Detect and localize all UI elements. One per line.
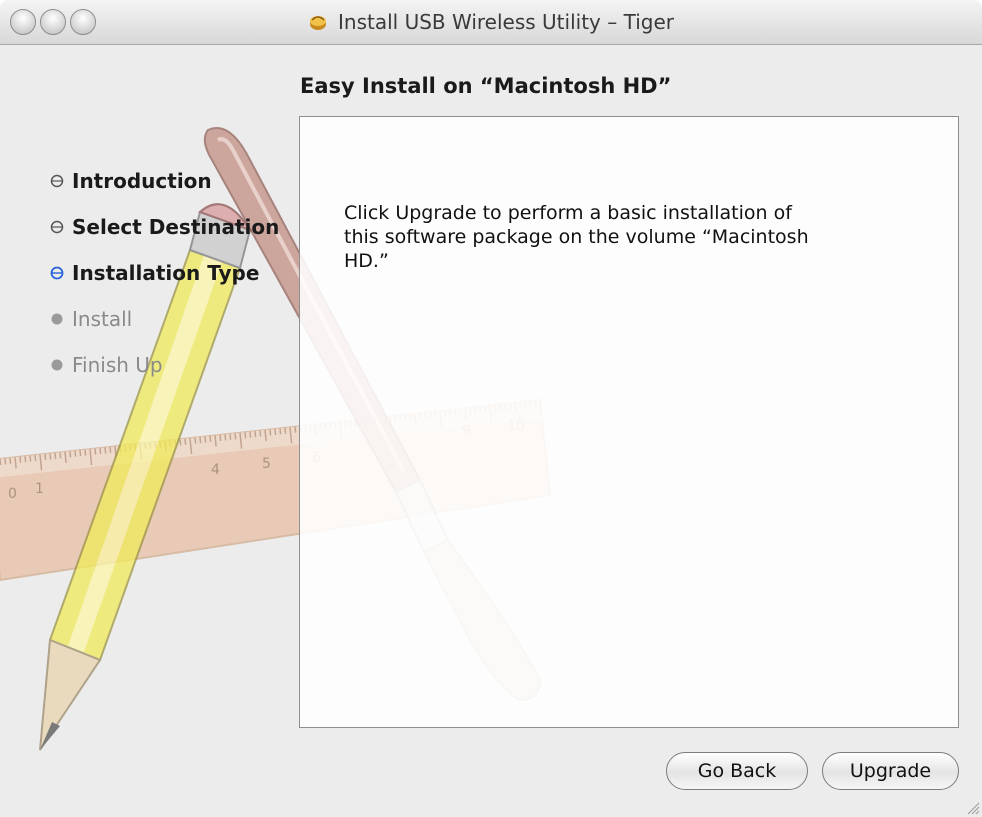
ruler-number: 0 bbox=[8, 486, 17, 502]
ruler-tick bbox=[274, 428, 277, 435]
content-panel: Click Upgrade to perform a basic install… bbox=[299, 116, 959, 728]
page-heading: Easy Install on “Macintosh HD” bbox=[300, 74, 672, 98]
ruler-tick bbox=[199, 437, 202, 444]
ruler-tick bbox=[24, 456, 27, 463]
ruler-tick bbox=[194, 437, 197, 444]
ruler-tick bbox=[94, 448, 97, 455]
step-label: Installation Type bbox=[72, 261, 260, 285]
ruler-tick bbox=[209, 435, 212, 443]
ruler-tick bbox=[184, 438, 187, 445]
ruler-tick bbox=[4, 458, 7, 465]
description-line-1: Click Upgrade to perform a basic install… bbox=[344, 202, 792, 224]
go-back-button[interactable]: Go Back bbox=[666, 752, 808, 790]
step-label: Introduction bbox=[72, 169, 212, 193]
ruler-tick bbox=[99, 447, 102, 455]
ruler-tick bbox=[259, 430, 262, 437]
step-finish-up: Finish Up bbox=[50, 342, 279, 388]
step-label: Install bbox=[72, 307, 133, 331]
step-label: Finish Up bbox=[72, 353, 163, 377]
ruler-tick bbox=[254, 431, 257, 438]
gray-circle-bullet-icon bbox=[50, 220, 64, 234]
step-installation-type: Installation Type bbox=[50, 250, 279, 296]
ruler-tick bbox=[224, 434, 227, 441]
window-title-group: Install USB Wireless Utility – Tiger bbox=[0, 0, 982, 44]
resize-grip-icon[interactable] bbox=[966, 801, 980, 815]
ruler-tick bbox=[69, 451, 72, 458]
ruler-tick bbox=[294, 426, 297, 433]
ruler-tick bbox=[29, 455, 32, 462]
ruler-tick bbox=[59, 452, 62, 459]
ruler-number: 5 bbox=[262, 456, 271, 472]
installer-package-icon bbox=[310, 16, 327, 30]
step-introduction: Introduction bbox=[50, 158, 279, 204]
ruler-tick bbox=[34, 455, 37, 462]
ruler-tick bbox=[204, 436, 207, 443]
ruler-tick bbox=[179, 439, 182, 446]
ruler-tick bbox=[84, 449, 87, 456]
ruler-tick bbox=[79, 450, 82, 457]
ruler-tick bbox=[229, 433, 232, 440]
gray-dot-bullet-icon bbox=[51, 359, 63, 371]
ruler-tick bbox=[234, 433, 237, 440]
description-line-3: HD.” bbox=[344, 250, 389, 272]
ruler-tick bbox=[44, 453, 47, 461]
upgrade-button[interactable]: Upgrade bbox=[822, 752, 959, 790]
ruler-tick bbox=[269, 429, 272, 436]
installer-steps: Introduction Select Destination Installa… bbox=[50, 158, 279, 388]
ruler-tick bbox=[249, 431, 252, 438]
ruler-tick bbox=[74, 450, 77, 457]
window-title: Install USB Wireless Utility – Tiger bbox=[338, 10, 674, 34]
description-line-2: this software package on the volume “Mac… bbox=[344, 226, 809, 248]
ruler-tick bbox=[109, 446, 112, 453]
ruler-tick bbox=[54, 452, 57, 459]
installer-window: Install USB Wireless Utility – Tiger 0 1… bbox=[0, 0, 982, 817]
blue-circle-bullet-icon bbox=[50, 266, 64, 280]
ruler-number: 1 bbox=[35, 481, 44, 497]
ruler-tick bbox=[244, 432, 247, 439]
ruler-tick bbox=[0, 458, 2, 465]
step-install: Install bbox=[50, 296, 279, 342]
gray-circle-bullet-icon bbox=[50, 174, 64, 188]
ruler-tick bbox=[9, 457, 12, 464]
step-select-destination: Select Destination bbox=[50, 204, 279, 250]
ruler-tick bbox=[219, 434, 222, 441]
ruler-tick bbox=[279, 428, 282, 435]
ruler-tick bbox=[104, 447, 107, 454]
gray-dot-bullet-icon bbox=[51, 313, 63, 325]
ruler-tick bbox=[19, 456, 22, 463]
title-bar[interactable]: Install USB Wireless Utility – Tiger bbox=[0, 0, 982, 45]
ruler-number: 4 bbox=[211, 462, 220, 478]
step-label: Select Destination bbox=[72, 215, 280, 239]
install-description: Click Upgrade to perform a basic install… bbox=[344, 201, 864, 273]
ruler-tick bbox=[284, 427, 287, 434]
ruler-tick bbox=[49, 453, 52, 460]
